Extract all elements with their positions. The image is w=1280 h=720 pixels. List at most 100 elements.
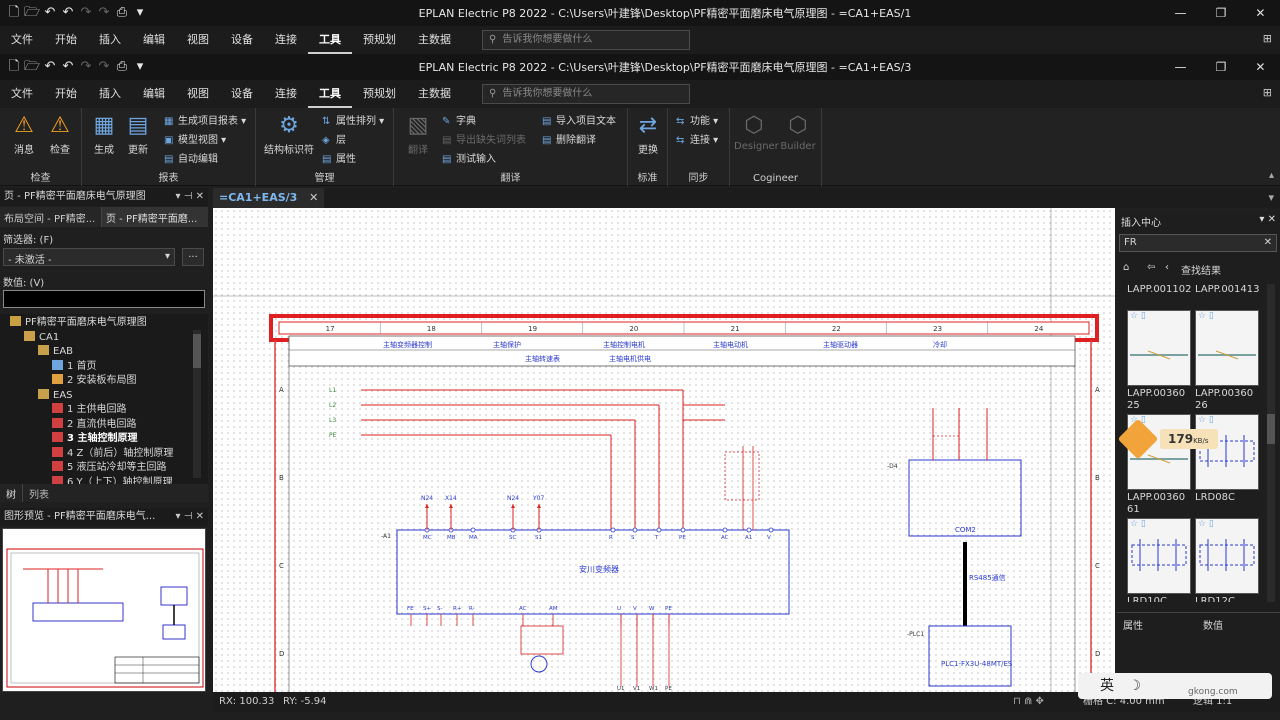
undo-icon[interactable]: ↶ bbox=[42, 59, 58, 75]
tree-item[interactable]: 4 Z（前后）轴控制原理 bbox=[52, 446, 173, 461]
menu-preplan[interactable]: 预规划 bbox=[352, 26, 407, 54]
dictionary-button[interactable]: ✎ 字典 bbox=[442, 112, 476, 129]
menu-edit[interactable]: 编辑 bbox=[132, 26, 176, 54]
menu-connect[interactable]: 连接 bbox=[264, 26, 308, 54]
chevron-left-icon[interactable]: ‹ bbox=[1165, 262, 1169, 273]
menu-masterdata[interactable]: 主数据 bbox=[407, 26, 462, 54]
favorite-star-icon[interactable]: ☆ ▯ bbox=[1198, 519, 1214, 529]
menu-connect[interactable]: 连接 bbox=[264, 80, 308, 108]
tab-list-chevron-icon[interactable]: ▾ bbox=[1268, 191, 1274, 204]
tree-item[interactable]: 2 直流供电回路 bbox=[52, 417, 137, 432]
check-button[interactable]: ⚠ 检查 bbox=[40, 111, 80, 156]
status-tools-icons[interactable]: ⊓ ⋒ ✥ bbox=[1013, 692, 1044, 712]
minimize-icon[interactable]: — bbox=[1175, 6, 1187, 20]
menu-file[interactable]: 文件 bbox=[0, 80, 44, 108]
function-sync-button[interactable]: ⇆ 功能 ▾ bbox=[676, 112, 718, 129]
tree-item[interactable]: EAB bbox=[38, 345, 73, 359]
tree-item[interactable]: 5 液压站冷却等主回路 bbox=[52, 461, 167, 475]
tell-me-input[interactable]: ⚲ 告诉我你想要做什么 bbox=[482, 30, 690, 50]
favorite-star-icon[interactable]: ☆ ▯ bbox=[1198, 311, 1214, 321]
ribbon-toggle-icon[interactable]: ⊞ bbox=[1263, 32, 1272, 45]
panel-controls-icon[interactable]: ▾ ⊣ ✕ bbox=[176, 188, 204, 206]
undo-icon[interactable]: ↶ bbox=[42, 5, 58, 21]
menu-insert[interactable]: 插入 bbox=[88, 26, 132, 54]
update-button[interactable]: ▤ 更新 bbox=[118, 111, 158, 156]
replace-button[interactable]: ⇄ 更换 bbox=[628, 111, 668, 156]
tab-layout-space[interactable]: 布局空间 - PF精密... bbox=[0, 207, 102, 227]
test-input-button[interactable]: ▤ 测试输入 bbox=[442, 150, 496, 167]
menu-insert[interactable]: 插入 bbox=[88, 80, 132, 108]
value-input[interactable] bbox=[3, 290, 205, 308]
close-icon[interactable]: ✕ bbox=[1255, 60, 1265, 74]
property-button[interactable]: ▤ 属性 bbox=[322, 150, 356, 167]
customize-icon[interactable]: ▾ bbox=[132, 59, 148, 75]
close-icon[interactable]: ✕ bbox=[1255, 6, 1265, 20]
open-icon[interactable]: 🗁 bbox=[24, 5, 40, 21]
new-icon[interactable]: 🗋 bbox=[6, 5, 22, 21]
model-view-button[interactable]: ▣ 模型视图 ▾ bbox=[164, 131, 226, 148]
builder-button[interactable]: ⬡ Builder bbox=[778, 111, 818, 152]
favorite-star-icon[interactable]: ☆ ▯ bbox=[1130, 311, 1146, 321]
menu-edit[interactable]: 编辑 bbox=[132, 80, 176, 108]
menu-tools[interactable]: 工具 bbox=[308, 26, 352, 54]
tab-document-page[interactable]: =CA1+EAS/3 ✕ bbox=[213, 188, 325, 208]
tree-item[interactable]: 6 Y（上下）轴控制原理 bbox=[52, 475, 173, 484]
result-thumbnail[interactable]: ☆ ▯ bbox=[1195, 518, 1259, 594]
print-icon[interactable]: ⎙ bbox=[114, 59, 130, 75]
tree-item[interactable]: 1 主供电回路 bbox=[52, 403, 127, 417]
undo-list-icon[interactable]: ↶ bbox=[60, 59, 76, 75]
menu-device[interactable]: 设备 bbox=[220, 26, 264, 54]
layer-button[interactable]: ◈ 层 bbox=[322, 131, 346, 148]
panel-controls-icon[interactable]: ▾ ⊣ ✕ bbox=[176, 508, 204, 526]
project-report-button[interactable]: ▦ 生成项目报表 ▾ bbox=[164, 112, 246, 129]
export-missing-button[interactable]: ▤ 导出缺失词列表 bbox=[442, 131, 526, 148]
restore-icon[interactable]: ❐ bbox=[1216, 60, 1227, 74]
redo-list-icon[interactable]: ↷ bbox=[96, 5, 112, 21]
property-sort-button[interactable]: ⇅ 属性排列 ▾ bbox=[322, 112, 384, 129]
tree-item[interactable]: CA1 bbox=[24, 330, 59, 345]
favorite-star-icon[interactable]: ☆ ▯ bbox=[1130, 519, 1146, 529]
tree-item[interactable]: PF精密平面磨床电气原理图 bbox=[10, 316, 147, 330]
tree-scrollbar[interactable] bbox=[193, 330, 201, 478]
delete-translation-button[interactable]: ▤ 删除翻译 bbox=[542, 131, 596, 148]
tree-item[interactable]: 1 首页 bbox=[52, 359, 97, 374]
redo-icon[interactable]: ↷ bbox=[78, 5, 94, 21]
translate-button[interactable]: ▧ 翻译 bbox=[398, 111, 438, 156]
tree-item[interactable]: 3 主轴控制原理 bbox=[52, 432, 137, 446]
tree-item[interactable]: 2 安装板布局图 bbox=[52, 374, 137, 388]
clear-search-icon[interactable]: ✕ bbox=[1264, 237, 1272, 248]
menu-view[interactable]: 视图 bbox=[176, 26, 220, 54]
schematic-canvas[interactable]: 17 18 19 20 21 22 23 24 主轴变频器控制 主轴保护 主轴控制电机 主轴电动机主… bbox=[213, 208, 1115, 692]
result-thumbnail[interactable]: ☆ ▯ bbox=[1127, 518, 1191, 594]
designer-button[interactable]: ⬡ Designer bbox=[734, 111, 779, 152]
insert-center-search[interactable]: FR ✕ bbox=[1119, 234, 1277, 252]
redo-list-icon[interactable]: ↷ bbox=[96, 59, 112, 75]
undo-list-icon[interactable]: ↶ bbox=[60, 5, 76, 21]
ime-toolbar[interactable]: 英 ☽ gkong.com bbox=[1078, 673, 1272, 699]
customize-icon[interactable]: ▾ bbox=[132, 5, 148, 21]
results-scrollbar[interactable] bbox=[1267, 284, 1275, 602]
result-thumbnail[interactable]: ☆ ▯ bbox=[1127, 310, 1191, 386]
back-icon[interactable]: ⇦ bbox=[1147, 262, 1155, 273]
import-text-button[interactable]: ▤ 导入项目文本 bbox=[542, 112, 616, 129]
open-icon[interactable]: 🗁 bbox=[24, 59, 40, 75]
tab-tree[interactable]: 树 bbox=[0, 484, 23, 502]
ribbon-toggle-icon[interactable]: ⊞ bbox=[1263, 86, 1272, 99]
tell-me-input[interactable]: ⚲ 告诉我你想要做什么 bbox=[482, 84, 690, 104]
moon-icon[interactable]: ☽ bbox=[1128, 678, 1141, 694]
redo-icon[interactable]: ↷ bbox=[78, 59, 94, 75]
menu-preplan[interactable]: 预规划 bbox=[352, 80, 407, 108]
filter-select[interactable]: - 未激活 - ▾ bbox=[3, 248, 175, 266]
filter-more-button[interactable]: ... bbox=[182, 248, 204, 266]
print-icon[interactable]: ⎙ bbox=[114, 5, 130, 21]
menu-masterdata[interactable]: 主数据 bbox=[407, 80, 462, 108]
connection-sync-button[interactable]: ⇆ 连接 ▾ bbox=[676, 131, 718, 148]
home-icon[interactable]: ⌂ bbox=[1123, 262, 1129, 273]
close-tab-icon[interactable]: ✕ bbox=[309, 191, 318, 204]
menu-start[interactable]: 开始 bbox=[44, 26, 88, 54]
auto-edit-button[interactable]: ▤ 自动编辑 bbox=[164, 150, 218, 167]
menu-tools[interactable]: 工具 bbox=[308, 80, 352, 108]
messages-button[interactable]: ⚠ 消息 bbox=[4, 111, 44, 156]
menu-file[interactable]: 文件 bbox=[0, 26, 44, 54]
menu-device[interactable]: 设备 bbox=[220, 80, 264, 108]
